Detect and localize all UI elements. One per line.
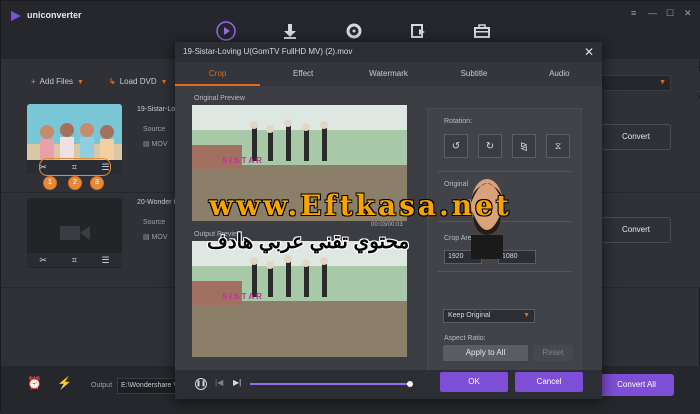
format-value: MOV — [151, 141, 168, 148]
speed-icon[interactable]: ⚡ — [57, 376, 72, 390]
aspect-ratio-label: Aspect Ratio: — [444, 335, 486, 342]
next-frame-icon[interactable]: ▶| — [233, 378, 241, 387]
format-label: ▤ MOV — [143, 140, 168, 148]
output-preview: S I S T A R — [192, 241, 407, 357]
rotate-right-button[interactable]: ↻ — [478, 134, 502, 158]
tab-crop[interactable]: Crop — [175, 62, 261, 86]
scissors-icon[interactable]: ✂ — [39, 255, 47, 266]
minimize-button[interactable]: — — [648, 8, 657, 18]
original-label: Original — [444, 181, 469, 188]
tab-audio[interactable]: Audio — [517, 62, 602, 86]
original-preview-label: Original Preview — [194, 95, 245, 102]
toolbox-icon[interactable] — [472, 21, 492, 41]
flip-vertical-button[interactable]: ⧖ — [546, 134, 570, 158]
source-label: Source — [143, 126, 166, 133]
progress-handle[interactable] — [407, 381, 413, 387]
rotate-ccw-icon: ↺ — [451, 140, 461, 152]
crop-icon[interactable]: ⌗ — [72, 255, 77, 266]
dialog-title-text: 19-Sistar-Loving U(GomTV FullHD MV) (2).… — [183, 47, 353, 56]
app-window: uniconverter ≡ — ☐ ✕ + Add Files ▼ ↳ Loa… — [0, 0, 700, 414]
highlight-outline — [39, 158, 111, 176]
dialog-tabs: Crop Effect Watermark Subtitle Audio — [175, 62, 602, 86]
video-overlay-text: S I S T A R — [222, 156, 262, 165]
format-label: ▤ MOV — [143, 233, 168, 241]
burn-icon[interactable] — [344, 21, 364, 41]
progress-track[interactable] — [250, 381, 413, 387]
rotate-cw-icon: ↻ — [485, 140, 495, 152]
output-label: Output — [91, 382, 113, 389]
video-overlay-text: S I S T A R — [222, 292, 262, 301]
load-dvd-button[interactable]: ↳ Load DVD ▼ — [109, 77, 168, 86]
convert-button[interactable]: Convert — [601, 217, 671, 243]
ok-button[interactable]: OK — [440, 372, 508, 392]
close-button[interactable]: ✕ — [684, 8, 692, 19]
callout-badge: 1 — [43, 176, 57, 190]
app-logo-icon — [11, 11, 21, 21]
reset-button[interactable]: Reset — [533, 345, 573, 361]
load-dvd-label: Load DVD — [119, 77, 157, 86]
plus-icon: + — [31, 77, 36, 86]
source-label: Source — [143, 219, 166, 226]
rotate-left-button[interactable]: ↺ — [444, 134, 468, 158]
maximize-button[interactable]: ☐ — [666, 8, 674, 19]
previous-frame-icon[interactable]: |◀ — [215, 378, 223, 387]
watermark-subtext: محتوي تقني عربي هادف — [207, 231, 410, 253]
tab-subtitle[interactable]: Subtitle — [431, 62, 516, 86]
file-name: 20-Wonder G — [137, 199, 179, 206]
dialog-title: 19-Sistar-Loving U(GomTV FullHD MV) (2).… — [175, 42, 602, 62]
callout-badge: 2 — [68, 176, 82, 190]
rotation-label: Rotation: — [444, 118, 473, 125]
convert-icon[interactable] — [216, 21, 236, 41]
dvd-icon: ↳ — [109, 77, 116, 86]
film-icon: ▤ — [143, 234, 152, 241]
add-files-label: Add Files — [39, 77, 74, 86]
timecode: 00:03/00:03 — [371, 222, 403, 228]
progress-fill — [250, 383, 410, 385]
chevron-down-icon[interactable]: ▼ — [161, 79, 168, 86]
format-value: MOV — [151, 234, 168, 241]
flip-vertical-icon: ⧖ — [554, 140, 562, 151]
tab-effect[interactable]: Effect — [260, 62, 345, 86]
film-icon: ▤ — [143, 141, 152, 148]
download-icon[interactable] — [280, 21, 300, 41]
flip-horizontal-button[interactable]: ⧎ — [512, 134, 536, 158]
add-files-button[interactable]: + Add Files ▼ — [31, 77, 84, 86]
apply-to-all-button[interactable]: Apply to All — [443, 345, 528, 361]
callout-badge: 3 — [90, 176, 104, 190]
top-nav — [216, 21, 492, 41]
watermark-text: www.Eftkasa.net — [209, 189, 512, 222]
chevron-down-icon: ▼ — [659, 79, 666, 86]
output-path-field[interactable]: E:\Wondershare V — [117, 378, 177, 394]
app-name: uniconverter — [27, 10, 82, 20]
chevron-down-icon: ▼ — [523, 312, 530, 319]
chevron-down-icon[interactable]: ▼ — [77, 79, 84, 86]
schedule-icon[interactable]: ⏰ — [27, 376, 42, 390]
file-name: 19-Sistar-Lov — [137, 106, 179, 113]
video-camera-icon — [59, 226, 90, 240]
format-select[interactable]: ▼ — [601, 75, 671, 91]
cancel-button[interactable]: Cancel — [515, 372, 583, 392]
thumb-toolbar: ✂ ⌗ ☰ — [27, 253, 122, 267]
close-icon[interactable]: ✕ — [584, 45, 594, 59]
aspect-ratio-select[interactable]: Keep Original ▼ — [443, 309, 535, 323]
convert-all-button[interactable]: Convert All — [599, 374, 674, 396]
tab-watermark[interactable]: Watermark — [346, 62, 431, 86]
transfer-icon[interactable] — [408, 21, 428, 41]
pause-icon[interactable]: ❚❚ — [195, 378, 207, 390]
menu-icon[interactable]: ≡ — [631, 8, 636, 18]
flip-horizontal-icon: ⧎ — [520, 140, 528, 151]
effects-icon[interactable]: ☰ — [102, 255, 110, 266]
aspect-ratio-value: Keep Original — [448, 312, 491, 319]
divider — [438, 271, 571, 272]
convert-button[interactable]: Convert — [601, 124, 671, 150]
